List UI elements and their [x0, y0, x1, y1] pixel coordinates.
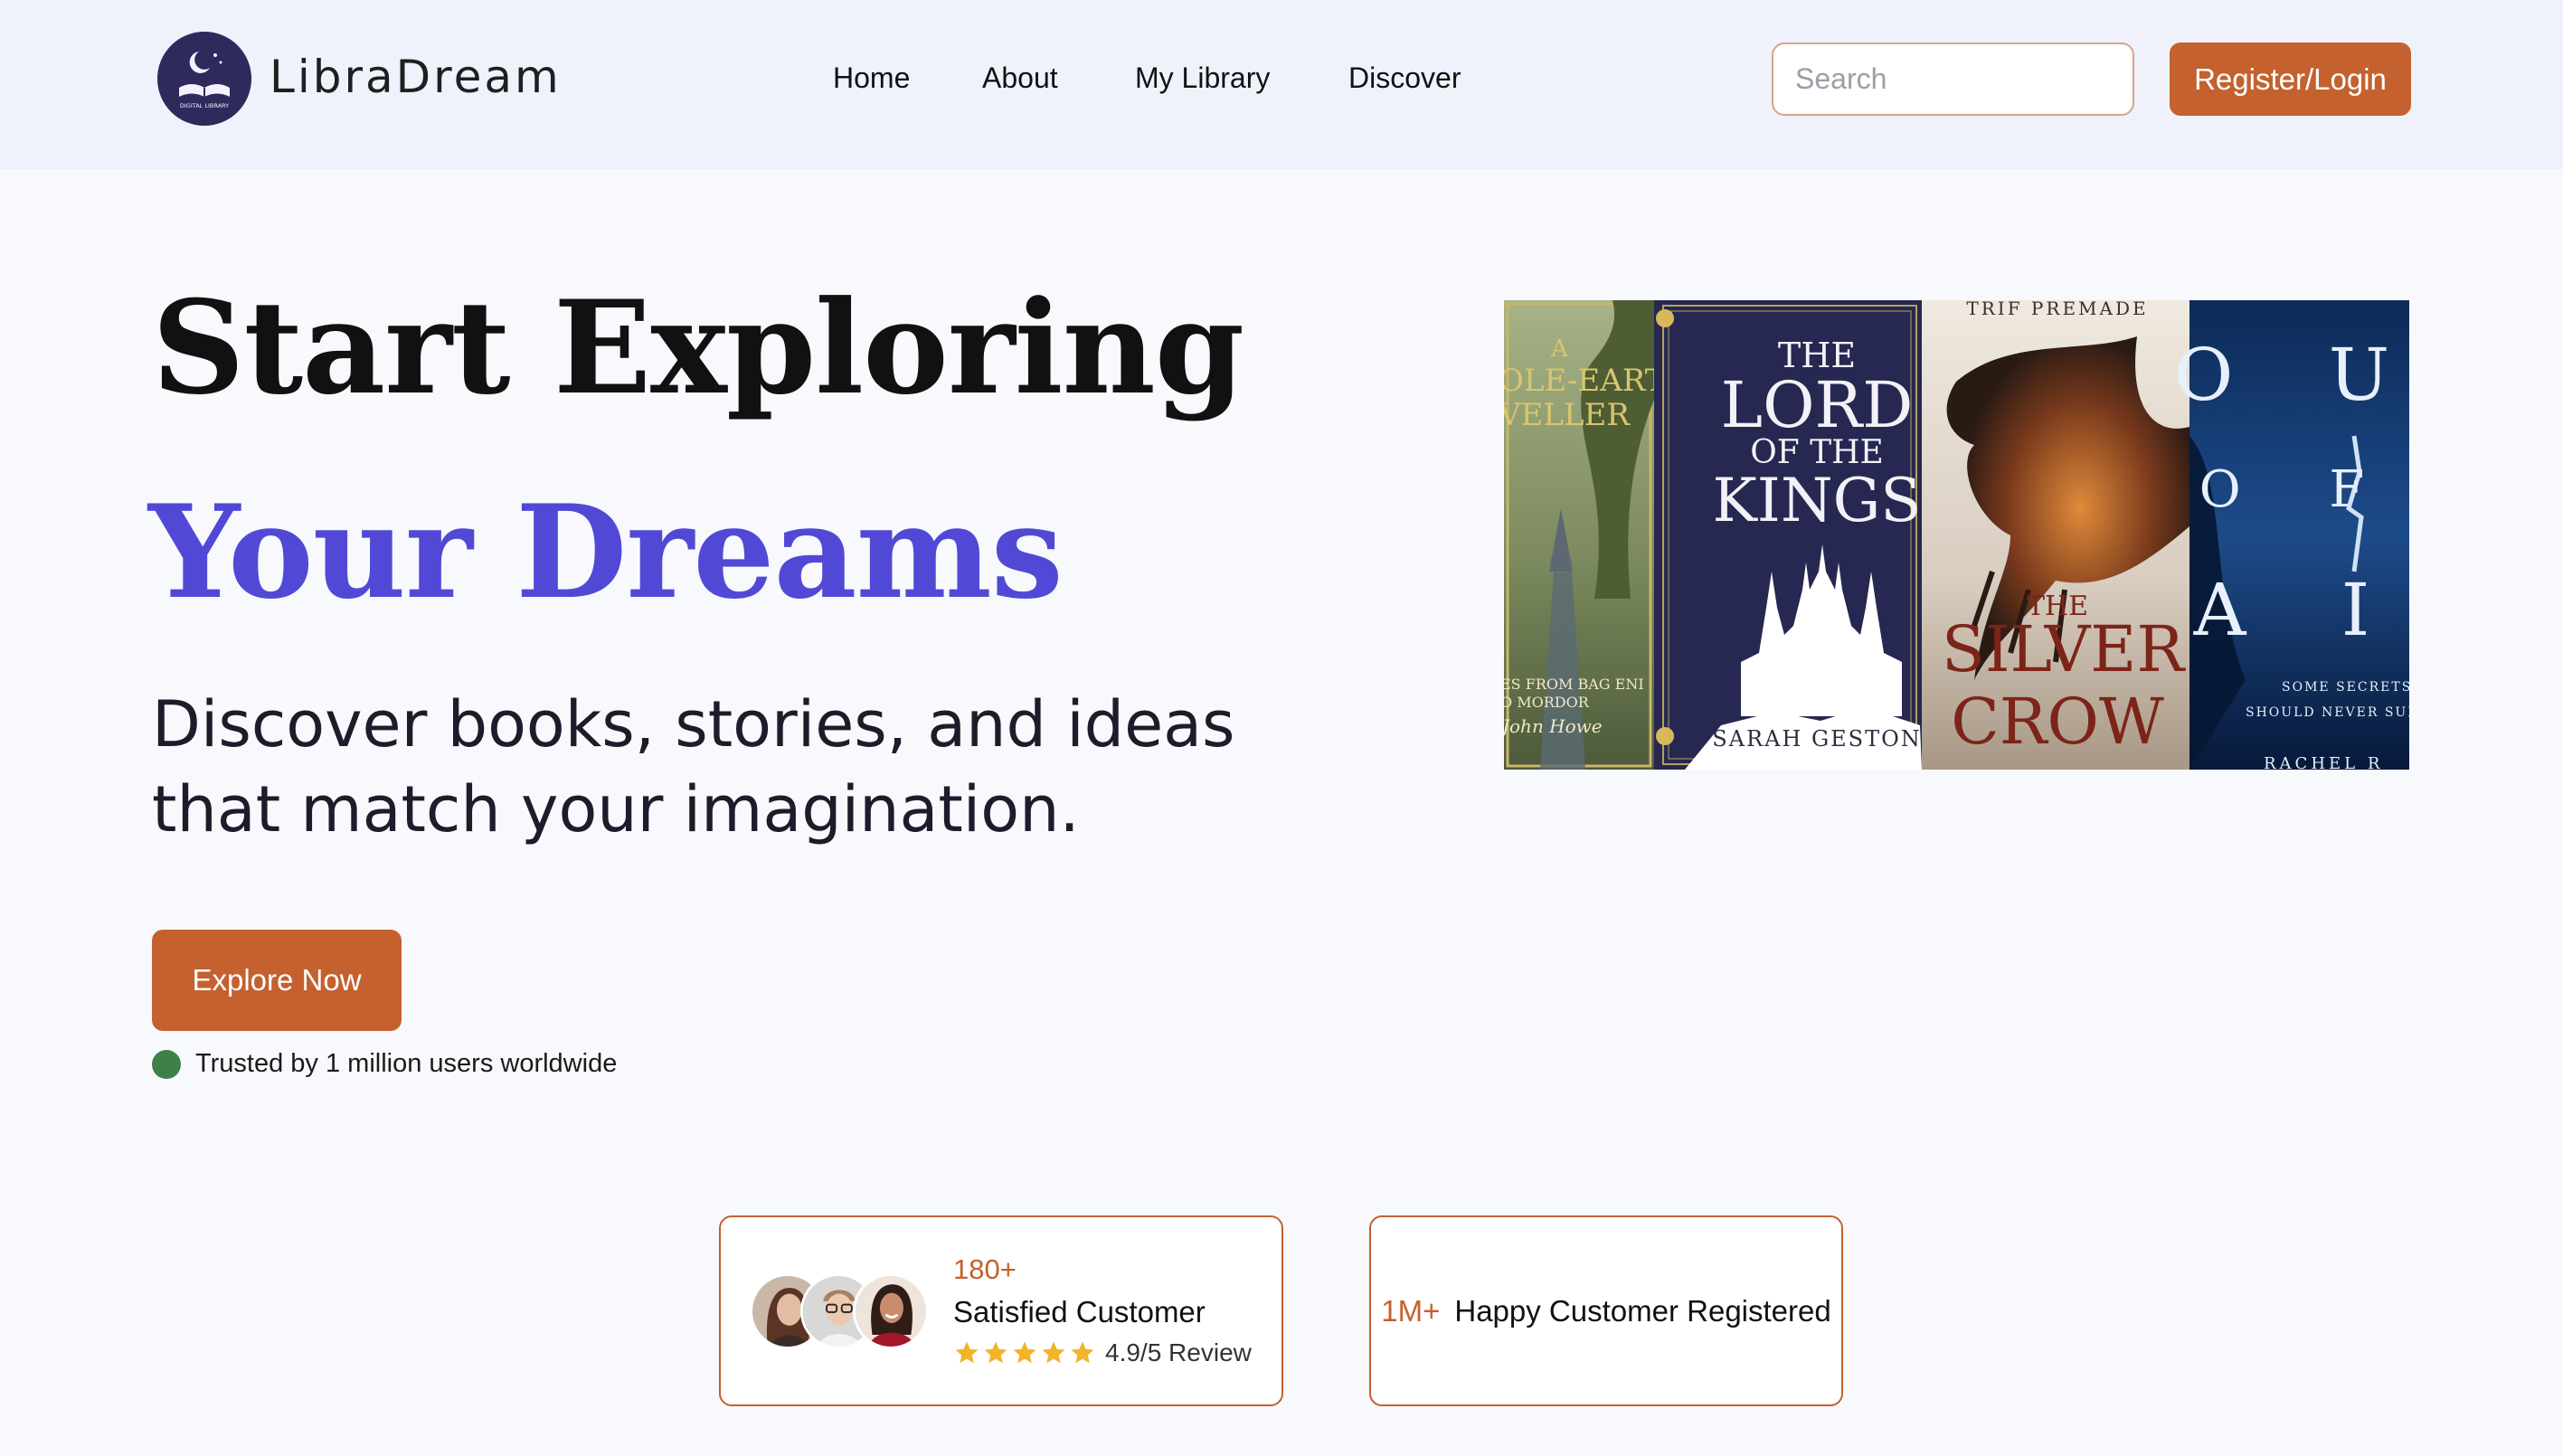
rating-row: 4.9/5 Review [953, 1338, 1252, 1367]
star-icon [1071, 1341, 1094, 1364]
star-icon [1013, 1341, 1036, 1364]
book3-top-text: TRIF PREMADE [1966, 300, 2148, 319]
book4-author: RACHEL R [2264, 754, 2383, 770]
book-covers-banner[interactable]: A OLE-EART VELLER ES FROM BAG ENI O MORD… [1504, 300, 2409, 770]
satisfied-customer-card: 180+ Satisfied Customer 4.9/5 Review [719, 1215, 1283, 1406]
book1-author: John Howe [1504, 715, 1603, 737]
search-box [1772, 43, 2134, 116]
customer-avatars [750, 1273, 931, 1351]
status-dot-icon [152, 1049, 181, 1079]
book3-title-silver: SILVER [1942, 612, 2186, 686]
book1-title-a: A [1550, 336, 1569, 363]
book2-title-lord: LORD [1721, 368, 1914, 442]
hero-subtitle: Discover books, stories, and ideas that … [152, 687, 1235, 846]
registered-count: 1M+ [1381, 1293, 1441, 1328]
logo-icon[interactable]: DIGITAL LIBRARY [157, 32, 251, 126]
book2-author: SARAH GESTON [1712, 726, 1922, 752]
logo-caption: DIGITAL LIBRARY [180, 102, 229, 109]
nav-about-link[interactable]: About [982, 56, 1058, 99]
hero-title-line2: Your Dreams [148, 477, 1064, 628]
trusted-badge: Trusted by 1 million users worldwide [152, 1049, 617, 1079]
star-icon [984, 1341, 1007, 1364]
book3-title-crow: CROW [1951, 685, 2164, 759]
explore-now-button[interactable]: Explore Now [152, 930, 402, 1031]
review-text: 4.9/5 Review [1105, 1338, 1252, 1366]
book-moon-logo-icon: DIGITAL LIBRARY [157, 32, 251, 126]
star-icon [955, 1341, 979, 1364]
nav-home-link[interactable]: Home [833, 56, 910, 99]
site-header: DIGITAL LIBRARY LibraDream Home About My… [0, 0, 2563, 169]
satisfied-count: 180+ [953, 1253, 1017, 1285]
search-input[interactable] [1773, 44, 2133, 114]
book-covers-image: A OLE-EART VELLER ES FROM BAG ENI O MORD… [1504, 300, 2409, 770]
registered-customer-card: 1M+ Happy Customer Registered [1369, 1215, 1843, 1406]
nav-discover-link[interactable]: Discover [1348, 56, 1461, 99]
book4-letters-3: A I [2193, 568, 2407, 652]
book-cover-1: A OLE-EART VELLER ES FROM BAG ENI O MORD… [1504, 300, 1666, 770]
avatar [853, 1273, 929, 1349]
book4-letters-2: O F [2199, 460, 2401, 519]
book4-tag-2: SHOULD NEVER SUR [2246, 705, 2409, 720]
book4-letters-1: O U [2174, 333, 2409, 417]
book1-footer-a: ES FROM BAG ENI [1504, 676, 1644, 693]
trusted-text: Trusted by 1 million users worldwide [195, 1049, 618, 1078]
book4-tag-1: SOME SECRETS [2282, 680, 2409, 695]
satisfied-label: Satisfied Customer [953, 1295, 1206, 1328]
book-cover-3: TRIF PREMADE THE SILVER CROW [1922, 300, 2189, 770]
register-login-button[interactable]: Register/Login [2170, 43, 2411, 116]
brand-name[interactable]: LibraDream [270, 47, 562, 107]
book1-title-c: VELLER [1504, 397, 1631, 433]
hero-title-line1: Start Exploring [152, 273, 1244, 423]
book2-title-kings: KINGS [1712, 466, 1921, 535]
nav-my-library-link[interactable]: My Library [1135, 56, 1270, 99]
book1-footer-b: O MORDOR [1504, 694, 1590, 711]
book1-title-b: OLE-EART [1504, 363, 1666, 399]
star-rating [953, 1339, 1096, 1366]
star-icon [1042, 1341, 1065, 1364]
book-cover-4: O U O F A I SOME SECRETS SHOULD NEVER SU… [2174, 300, 2409, 770]
book-cover-2: THE LORD OF THE KINGS SARAH GESTON [1654, 300, 1922, 770]
registered-label: Happy Customer Registered [1454, 1293, 1831, 1328]
